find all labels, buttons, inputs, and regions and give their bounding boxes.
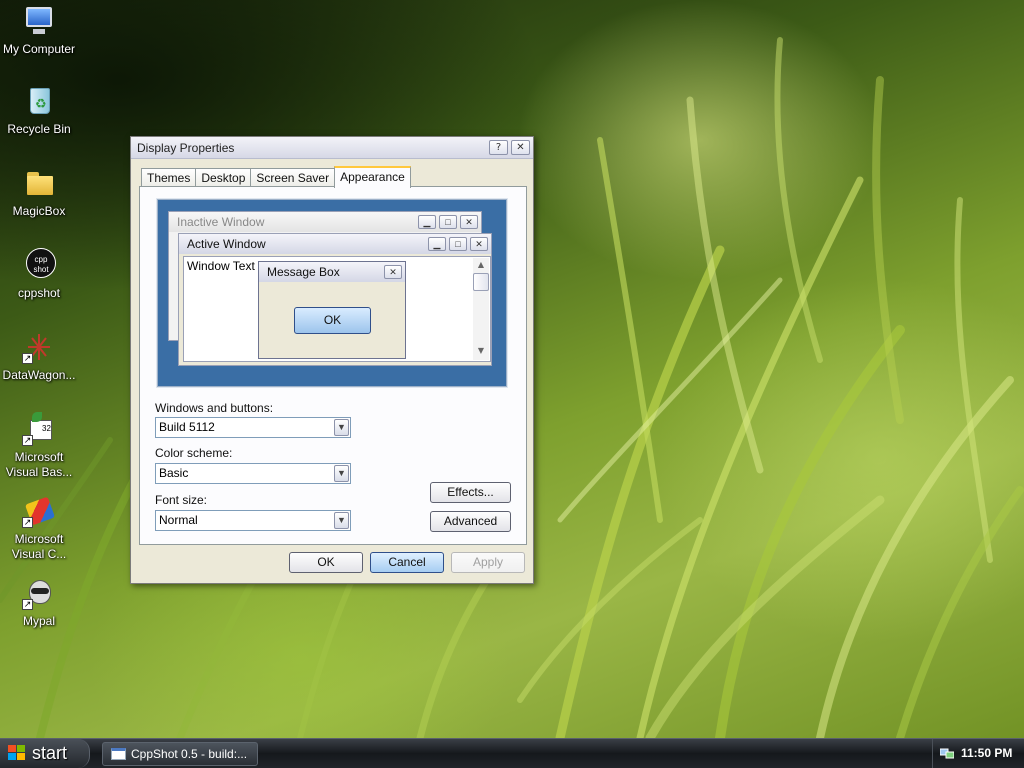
preview-message-box: Message Box ✕ OK [258,261,406,359]
scroll-thumb [473,273,489,291]
appearance-panel: Inactive Window ▁ □ ✕ Active Window ▁ □ … [139,186,527,545]
tab-strip: Themes Desktop Screen Saver Appearance [141,166,411,188]
windows-logo-icon [8,745,26,762]
shortcut-arrow-icon: ↗ [22,353,33,364]
desktop-icon-label: MagicBox [12,204,66,218]
desktop-icon-datawagon[interactable]: ↗ DataWagon... [0,330,78,383]
ok-button[interactable]: OK [289,552,363,573]
desktop-icon-visual-basic[interactable]: 32 ↗ Microsoft Visual Bas... [0,412,78,480]
tab-desktop[interactable]: Desktop [195,168,252,188]
taskbar-item-cppshot[interactable]: CppShot 0.5 - build:... [102,742,258,766]
desktop-icon-label: Microsoft Visual C... [11,532,67,561]
minimize-icon: ▁ [418,215,436,229]
cancel-button[interactable]: Cancel [370,552,444,573]
desktop-icon-recycle-bin[interactable]: ♻ Recycle Bin [0,84,78,137]
desktop-icon-label: cppshot [17,286,61,300]
network-icon[interactable] [940,747,954,759]
close-icon: ✕ [460,215,478,229]
font-size-label: Font size: [155,493,208,507]
color-scheme-value: Basic [159,466,189,480]
maximize-icon: □ [449,237,467,251]
close-icon: ✕ [384,265,402,279]
datawagon-app-icon: ↗ [22,330,56,364]
advanced-button[interactable]: Advanced [430,511,511,532]
close-icon: ✕ [470,237,488,251]
maximize-icon: □ [439,215,457,229]
desktop-icon-label: My Computer [2,42,76,56]
desktop-icon-my-computer[interactable]: My Computer [0,4,78,57]
shortcut-arrow-icon: ↗ [22,517,33,528]
close-button[interactable]: ✕ [511,140,530,155]
desktop-icon-mypal[interactable]: ↗ Mypal [0,576,78,629]
color-scheme-label: Color scheme: [155,446,233,460]
effects-button[interactable]: Effects... [430,482,511,503]
shortcut-arrow-icon: ↗ [22,435,33,446]
windows-buttons-label: Windows and buttons: [155,401,274,415]
window-icon [111,748,126,760]
desktop-icon-cppshot[interactable]: cpp shot cppshot [0,248,78,301]
display-properties-dialog: Display Properties ? ✕ Themes Desktop Sc… [130,136,534,584]
folder-icon [22,166,56,200]
start-label: start [32,743,68,763]
scroll-up-icon: ▲ [477,260,485,269]
preview-message-box-title: Message Box [267,265,340,279]
tab-appearance[interactable]: Appearance [334,166,411,188]
cppshot-app-icon: cpp shot [22,248,56,282]
mypal-browser-icon: ↗ [22,576,56,610]
clock[interactable]: 11:50 PM [961,739,1012,767]
desktop-icon-visual-c[interactable]: ↗ Microsoft Visual C... [0,494,78,562]
desktop-icon-magicbox[interactable]: MagicBox [0,166,78,219]
minimize-icon: ▁ [428,237,446,251]
font-size-select[interactable]: Normal ▼ [155,510,351,531]
system-tray: 11:50 PM [932,739,1024,768]
chevron-down-icon[interactable]: ▼ [334,512,349,529]
computer-icon [22,4,56,38]
preview-window-text: Window Text [187,259,255,273]
preview-active-title: Active Window [187,237,266,251]
visual-c-icon: ↗ [22,494,56,528]
appearance-preview: Inactive Window ▁ □ ✕ Active Window ▁ □ … [156,198,508,388]
dialog-titlebar[interactable]: Display Properties ? ✕ [131,137,533,159]
preview-scrollbar: ▲ ▼ [473,258,489,360]
chevron-down-icon[interactable]: ▼ [334,465,349,482]
dialog-title: Display Properties [137,140,235,155]
desktop-icon-label: Recycle Bin [7,122,71,136]
font-size-value: Normal [159,513,198,527]
desktop-icon-label: DataWagon... [2,368,76,382]
shortcut-arrow-icon: ↗ [22,599,33,610]
windows-buttons-select[interactable]: Build 5112 ▼ [155,417,351,438]
windows-buttons-value: Build 5112 [159,420,215,434]
preview-inactive-title: Inactive Window [177,215,265,229]
taskbar: start CppShot 0.5 - build:... 11:50 PM [0,738,1024,768]
help-button[interactable]: ? [489,140,508,155]
preview-ok-button: OK [294,307,371,334]
tab-themes[interactable]: Themes [141,168,197,188]
taskbar-item-label: CppShot 0.5 - build:... [131,747,248,761]
desktop-icon-label: Microsoft Visual Bas... [5,450,73,479]
start-button[interactable]: start [0,739,90,768]
scroll-down-icon: ▼ [477,346,485,355]
chevron-down-icon[interactable]: ▼ [334,419,349,436]
tab-screen-saver[interactable]: Screen Saver [250,168,336,188]
color-scheme-select[interactable]: Basic ▼ [155,463,351,484]
desktop-icon-label: Mypal [22,614,55,628]
visual-basic-icon: 32 ↗ [22,412,56,446]
recycle-bin-icon: ♻ [22,84,56,118]
apply-button[interactable]: Apply [451,552,525,573]
